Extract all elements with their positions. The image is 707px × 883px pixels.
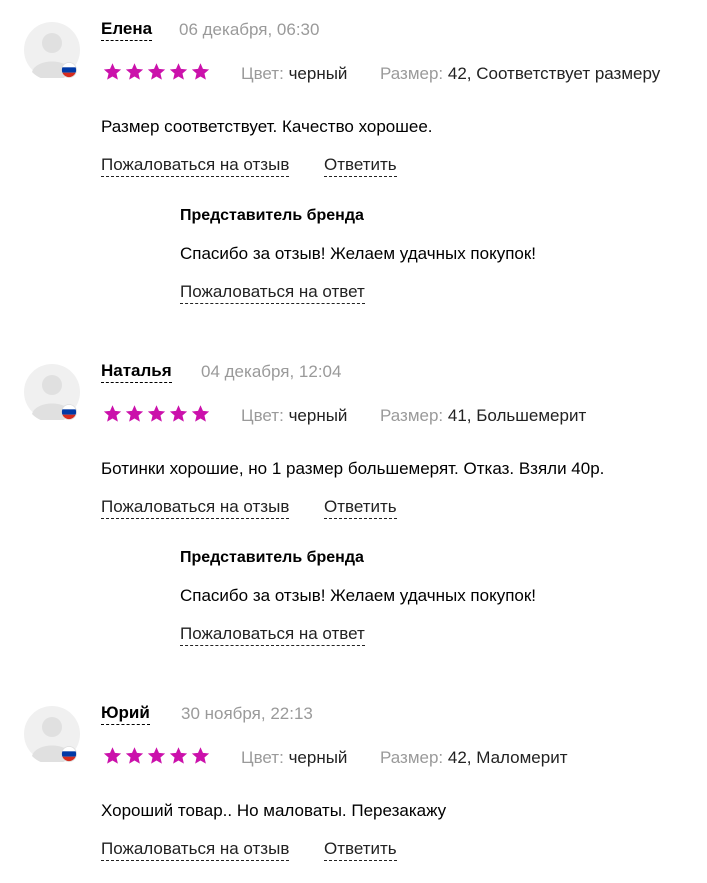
star-icon (125, 404, 144, 423)
review-author[interactable]: Юрий (101, 702, 150, 725)
complain-review-link[interactable]: Пожаловаться на отзыв (101, 838, 290, 861)
color-info: Цвет: черный (241, 406, 347, 426)
russia-flag-icon (61, 746, 77, 762)
review-date: 06 декабря, 06:30 (179, 20, 320, 39)
review-text: Ботинки хорошие, но 1 размер большемерят… (101, 459, 605, 478)
star-icon (147, 62, 166, 81)
size-label: Размер: (380, 406, 444, 425)
size-label: Размер: (380, 64, 444, 83)
star-icon (103, 62, 122, 81)
reply-author: Представитель бренда (180, 207, 364, 224)
star-icon (103, 746, 122, 765)
review-date: 04 декабря, 12:04 (201, 362, 342, 381)
reply-link[interactable]: Ответить (324, 154, 397, 177)
size-value: 42, Соответствует размеру (447, 64, 661, 83)
russia-flag-icon (61, 404, 77, 420)
reply-text: Спасибо за отзыв! Желаем удачных покупок… (180, 244, 537, 263)
star-icon (103, 404, 122, 423)
review-card: Юрий 30 ноября, 22:13 Цвет: черный Разме… (0, 684, 707, 883)
complain-reply-link[interactable]: Пожаловаться на ответ (180, 623, 365, 646)
review-text: Размер соответствует. Качество хорошее. (101, 117, 433, 136)
russia-flag-icon (61, 62, 77, 78)
reply-link[interactable]: Ответить (324, 496, 397, 519)
reply-link[interactable]: Ответить (324, 838, 397, 861)
star-icon (169, 62, 188, 81)
color-label: Цвет: (241, 748, 284, 767)
color-label: Цвет: (241, 64, 284, 83)
review-author[interactable]: Елена (101, 18, 153, 41)
star-icon (191, 404, 210, 423)
color-value: черный (288, 406, 348, 425)
star-icon (191, 62, 210, 81)
star-icon (147, 404, 166, 423)
review-text: Хороший товар.. Но маловаты. Перезакажу (101, 801, 447, 820)
star-icon (169, 404, 188, 423)
size-value: 42, Маломерит (447, 748, 568, 767)
rating-stars (103, 404, 210, 423)
color-info: Цвет: черный (241, 64, 347, 84)
size-value: 41, Большемерит (447, 406, 587, 425)
color-label: Цвет: (241, 406, 284, 425)
color-info: Цвет: черный (241, 748, 347, 768)
color-value: черный (288, 748, 348, 767)
review-card: Наталья 04 декабря, 12:04 Цвет: черный Р… (0, 342, 707, 672)
rating-stars (103, 62, 210, 81)
complain-review-link[interactable]: Пожаловаться на отзыв (101, 154, 290, 177)
star-icon (125, 62, 144, 81)
star-icon (125, 746, 144, 765)
color-value: черный (288, 64, 348, 83)
reply-author: Представитель бренда (180, 549, 364, 566)
complain-review-link[interactable]: Пожаловаться на отзыв (101, 496, 290, 519)
size-label: Размер: (380, 748, 444, 767)
rating-stars (103, 746, 210, 765)
reply-text: Спасибо за отзыв! Желаем удачных покупок… (180, 586, 537, 605)
review-card: Елена 06 декабря, 06:30 Цвет: черный Раз… (0, 0, 707, 330)
star-icon (191, 746, 210, 765)
size-info: Размер: 42, Соответствует размеру (380, 64, 660, 84)
star-icon (147, 746, 166, 765)
size-info: Размер: 41, Большемерит (380, 406, 586, 426)
review-author[interactable]: Наталья (101, 360, 172, 383)
complain-reply-link[interactable]: Пожаловаться на ответ (180, 281, 365, 304)
star-icon (169, 746, 188, 765)
review-date: 30 ноября, 22:13 (181, 704, 313, 723)
size-info: Размер: 42, Маломерит (380, 748, 568, 768)
